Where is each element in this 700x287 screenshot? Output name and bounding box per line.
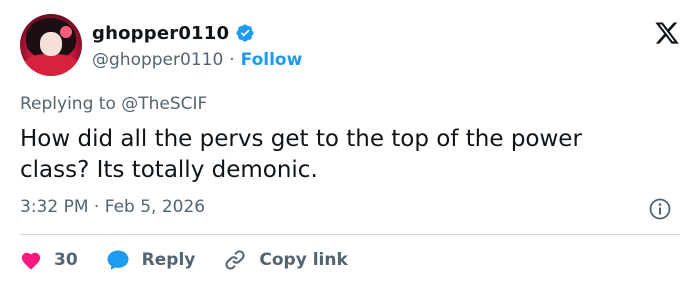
x-logo-icon[interactable] [654,20,680,46]
link-icon [225,250,245,270]
copy-link-label: Copy link [259,250,348,270]
verified-badge-icon [236,24,254,42]
tweet-date: Feb 5, 2026 [104,197,206,217]
tweet-text-line: class? Its totally demonic. [20,157,318,183]
tweet-time: 3:32 PM [20,197,89,217]
copy-link-button[interactable]: Copy link [223,248,348,272]
author-display-name[interactable]: ghopper0110 [92,23,229,44]
heart-icon [21,252,41,270]
author-handle[interactable]: @ghopper0110 [92,50,223,70]
action-bar: 30 Reply Copy link [20,246,376,274]
tweet-timestamp[interactable]: 3:32 PM · Feb 5, 2026 [20,197,205,217]
tweet-header: ghopper0110 @ghopper0110 · Follow [20,14,680,76]
replying-prefix: Replying to [20,94,116,114]
reply-button[interactable]: Reply [106,249,196,271]
divider [20,234,680,235]
author-info: ghopper0110 @ghopper0110 · Follow [92,20,302,72]
tweet-card: ghopper0110 @ghopper0110 · Follow Replyi… [0,0,700,287]
like-count: 30 [54,250,78,270]
separator-dot: · [93,197,100,217]
follow-button[interactable]: Follow [241,50,303,70]
tweet-text: How did all the pervs get to the top of … [20,124,670,186]
avatar[interactable] [20,14,82,76]
reply-bubble-icon [107,250,129,270]
info-icon[interactable] [648,197,672,221]
tweet-text-line: How did all the pervs get to the top of … [20,126,582,152]
replying-to: Replying to @TheSCIF [20,94,207,114]
reply-label: Reply [141,250,196,270]
like-button[interactable]: 30 [20,250,78,270]
separator-dot: · [229,50,235,70]
replying-mention[interactable]: @TheSCIF [121,94,207,114]
